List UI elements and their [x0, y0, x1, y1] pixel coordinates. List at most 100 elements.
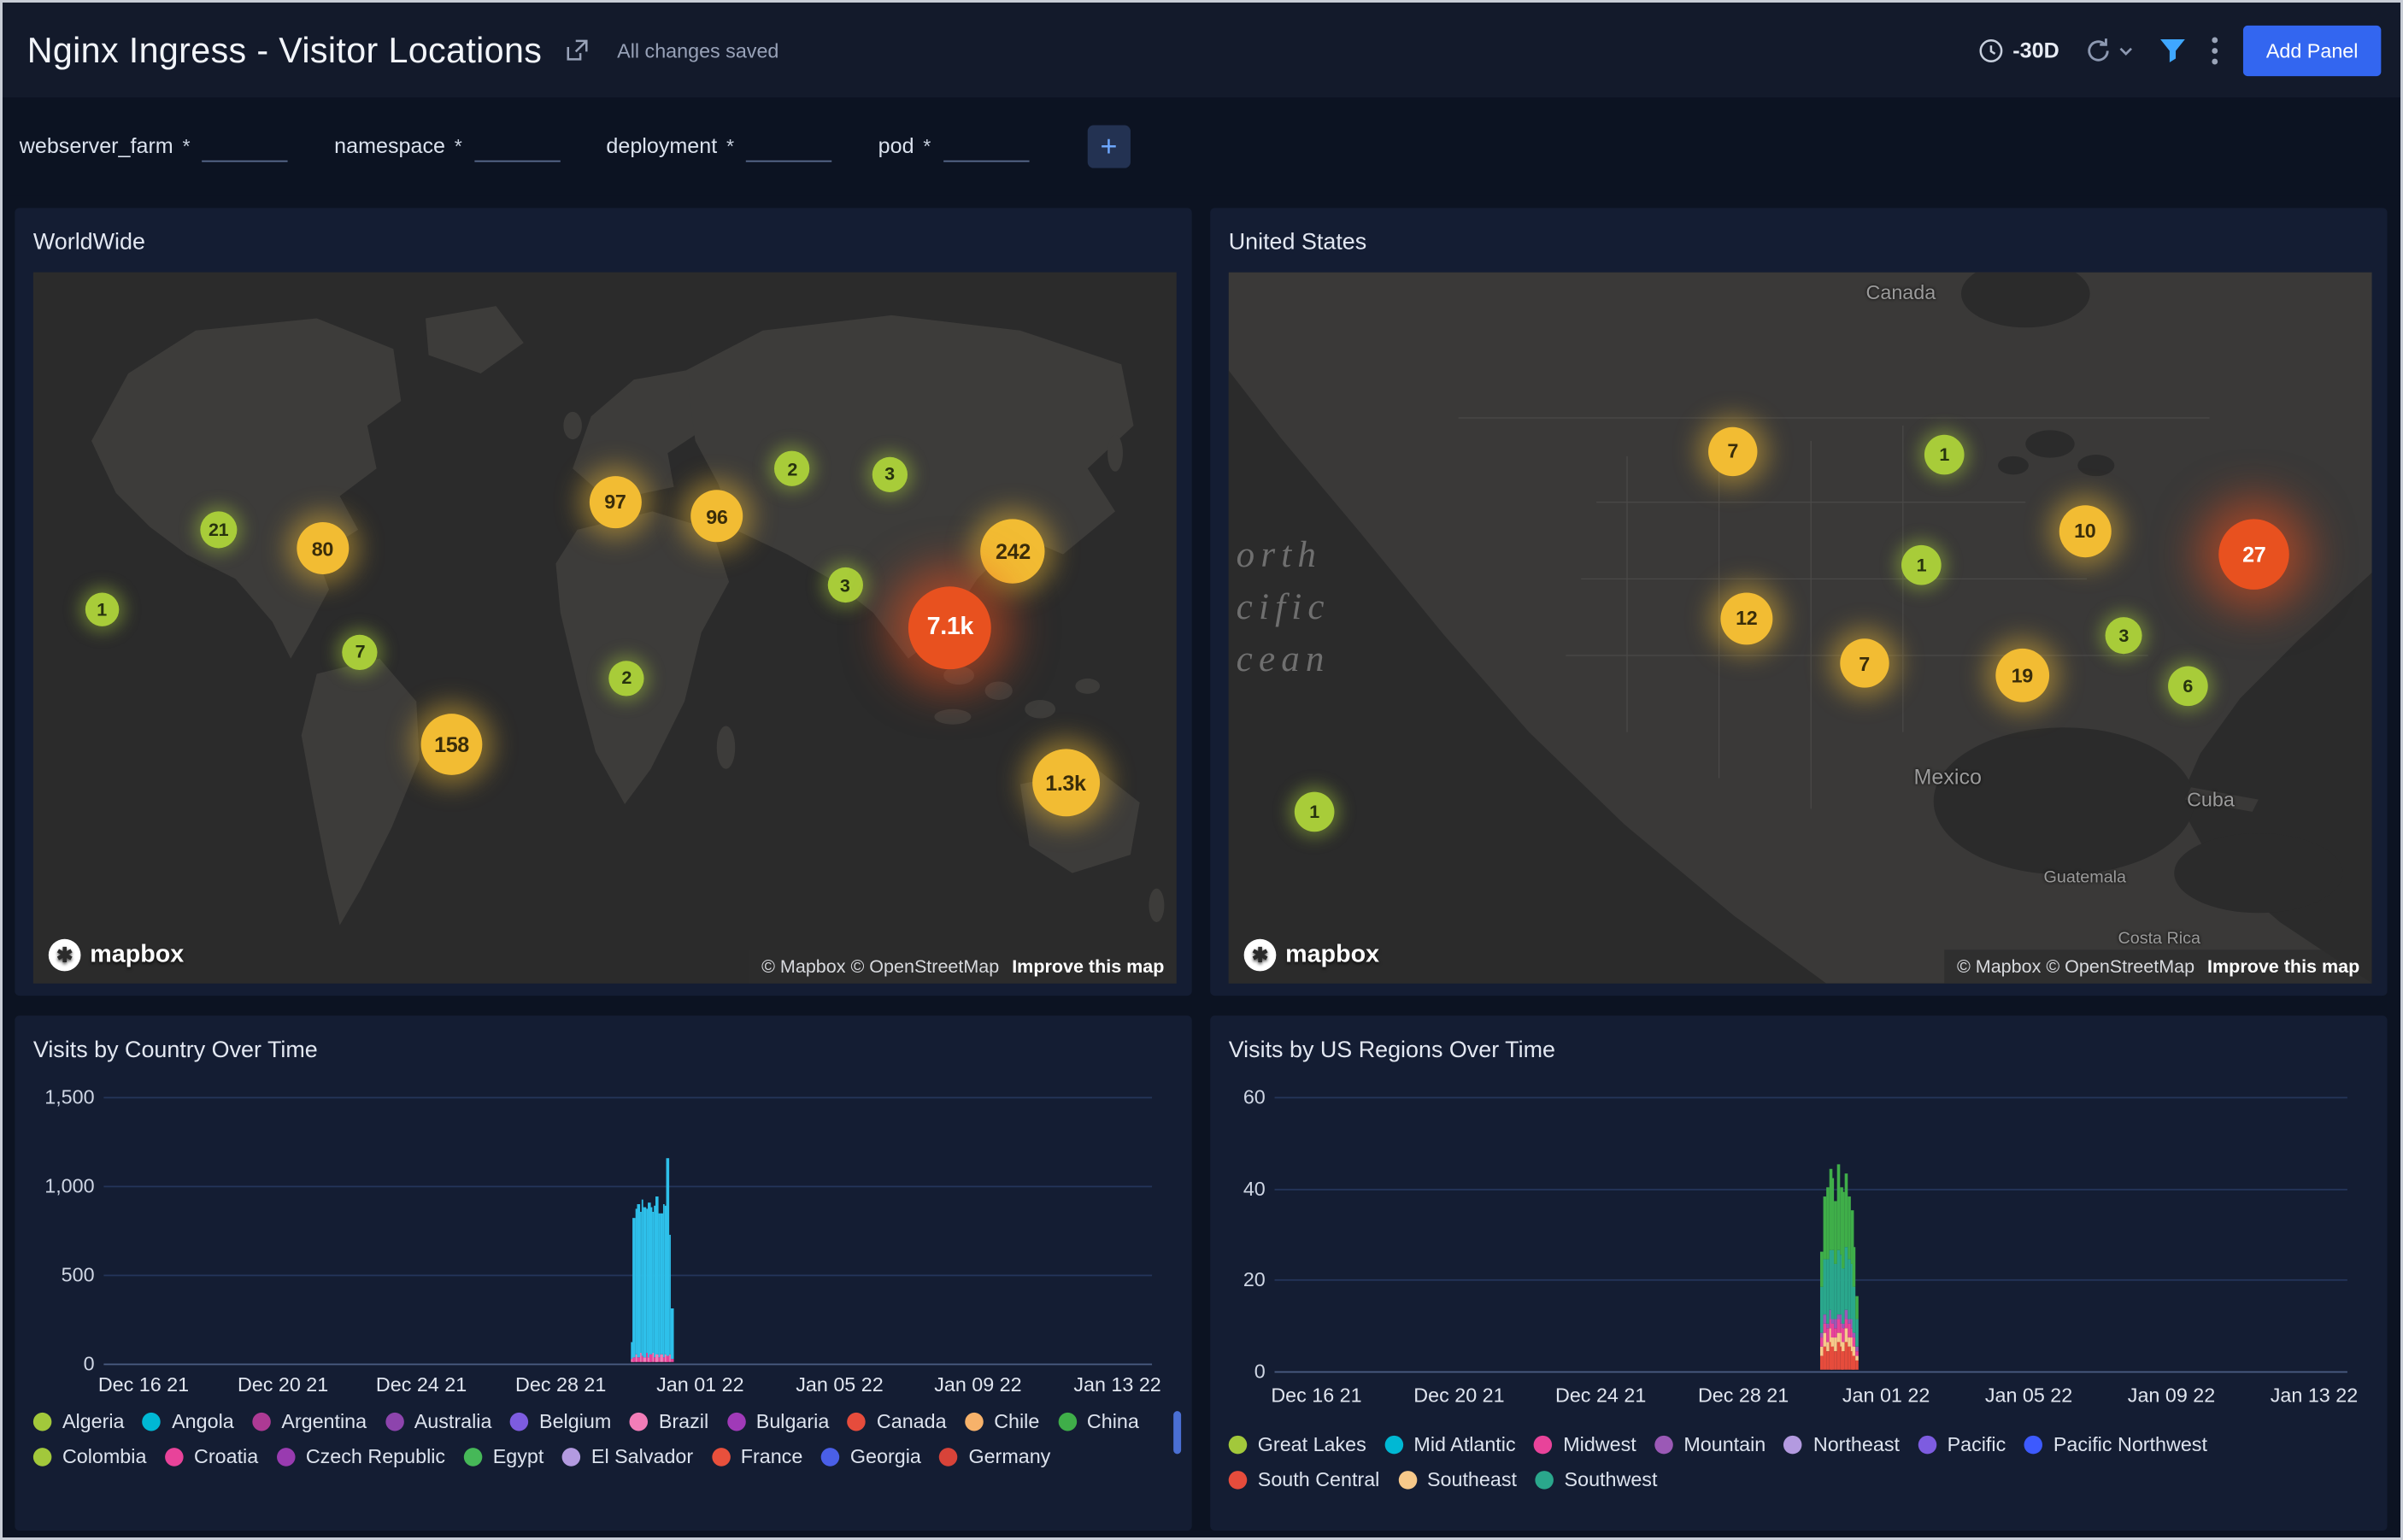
map-marker-bubble[interactable]: 242 — [981, 519, 1045, 583]
time-range-label: -30D — [2012, 38, 2059, 62]
gridline — [1275, 1096, 2347, 1098]
worldwide-map[interactable]: 21 1 80 7 158 2 97 96 2 3 3 2427.1k 1.3k ✱ mapbox © … — [33, 273, 1177, 984]
map-marker-bubble[interactable]: 1 — [85, 592, 118, 626]
legend-item[interactable]: Mountain — [1654, 1432, 1766, 1455]
legend-item[interactable]: Angola — [143, 1409, 234, 1432]
mapbox-logo[interactable]: ✱ mapbox — [49, 939, 184, 972]
x-tick-label: Jan 13 22 — [1073, 1372, 1160, 1396]
legend-color-dot — [252, 1412, 271, 1431]
filter-button[interactable] — [2159, 37, 2186, 62]
united-states-map[interactable]: 711027112371961CanadaMexicoCubaGuatemala… — [1229, 273, 2372, 984]
map-marker-bubble[interactable]: 1 — [1924, 434, 1965, 474]
panel-worldwide: WorldWide — [15, 208, 1191, 996]
legend-item[interactable]: Pacific — [1918, 1432, 2006, 1455]
legend-item[interactable]: Pacific Northwest — [2024, 1432, 2207, 1455]
legend-item[interactable]: Belgium — [510, 1409, 611, 1432]
x-axis: Dec 16 21Dec 20 21Dec 24 21Dec 28 21Jan … — [103, 1372, 1152, 1400]
deployment-input[interactable] — [746, 132, 831, 162]
refresh-button[interactable] — [2083, 36, 2134, 65]
add-panel-button[interactable]: Add Panel — [2243, 25, 2381, 75]
legend-item[interactable]: Croatia — [165, 1445, 258, 1468]
more-menu-button[interactable] — [2211, 36, 2218, 65]
mapbox-logo[interactable]: ✱ mapbox — [1244, 939, 1379, 972]
legend-item[interactable]: Mid Atlantic — [1384, 1432, 1515, 1455]
map-marker-bubble[interactable]: 97 — [589, 476, 641, 528]
map-marker-bubble[interactable]: 19 — [1995, 649, 2049, 702]
legend-item[interactable]: Australia — [385, 1409, 492, 1432]
legend-item[interactable]: Midwest — [1534, 1432, 1636, 1455]
legend-item[interactable]: Northeast — [1784, 1432, 1900, 1455]
chart-legend[interactable]: Great Lakes Mid Atlantic Midwest Mountain No… — [1229, 1432, 2353, 1490]
legend-item[interactable]: Great Lakes — [1229, 1432, 1366, 1455]
map-marker-bubble[interactable]: 12 — [1720, 592, 1772, 644]
legend-item[interactable]: Colombia — [33, 1445, 147, 1468]
filter-label: webserver_farm — [20, 132, 173, 157]
webserver-farm-input[interactable] — [203, 132, 288, 162]
legend-item[interactable]: Chile — [965, 1409, 1039, 1432]
filter-label: namespace — [334, 132, 445, 157]
namespace-input[interactable] — [474, 132, 560, 162]
legend-color-dot — [939, 1447, 958, 1466]
improve-map-link[interactable]: Improve this map — [1012, 955, 1164, 977]
legend-item[interactable]: China — [1058, 1409, 1139, 1432]
y-tick-label: 0 — [1254, 1360, 1266, 1383]
pod-input[interactable] — [943, 132, 1029, 162]
panel-grid: WorldWide — [15, 208, 2387, 1531]
legend-label: Pacific Northwest — [2053, 1432, 2207, 1455]
x-tick-label: Jan 05 22 — [1985, 1384, 2072, 1407]
legend-item[interactable]: El Salvador — [562, 1445, 693, 1468]
legend-label: Croatia — [194, 1445, 258, 1468]
map-marker-bubble[interactable]: 96 — [690, 491, 743, 543]
stacked-bar[interactable] — [1855, 1096, 1859, 1370]
legend-label: Northeast — [1813, 1432, 1900, 1455]
chart-legend[interactable]: Algeria Angola Argentina Australia Belgium Br… — [33, 1409, 1158, 1467]
map-marker-bubble[interactable]: 2 — [775, 451, 810, 486]
map-marker-bubble[interactable]: 1.3k — [1031, 749, 1099, 817]
share-icon[interactable] — [563, 37, 589, 62]
legend-item[interactable]: Bulgaria — [727, 1409, 830, 1432]
legend-row: Algeria Angola Argentina Australia Belgium Br… — [33, 1409, 1158, 1432]
map-marker-bubble[interactable]: 1 — [1295, 792, 1335, 832]
legend-scrollbar[interactable] — [1173, 1411, 1181, 1454]
map-marker-bubble[interactable]: 7.1k — [908, 586, 991, 669]
legend-item[interactable]: France — [712, 1445, 803, 1468]
legend-item[interactable]: Brazil — [630, 1409, 708, 1432]
map-marker-bubble[interactable]: 7 — [1708, 427, 1757, 476]
legend-item[interactable]: Germany — [939, 1445, 1050, 1468]
attribution-text: © Mapbox © OpenStreetMap — [761, 955, 999, 977]
map-marker-bubble[interactable]: 6 — [2168, 667, 2208, 707]
kebab-icon — [2211, 36, 2218, 65]
legend-item[interactable]: Argentina — [252, 1409, 367, 1432]
legend-item[interactable]: Egypt — [464, 1445, 544, 1468]
legend-item[interactable]: Czech Republic — [277, 1445, 445, 1468]
map-marker-bubble[interactable]: 3 — [827, 567, 862, 602]
stacked-bar[interactable] — [671, 1096, 673, 1362]
map-marker-bubble[interactable]: 158 — [421, 714, 483, 775]
country-time-chart[interactable]: 1,5001,0005000 Dec 16 21Dec 20 21Dec 24 … — [15, 1015, 1191, 1531]
legend-item[interactable]: Georgia — [821, 1445, 921, 1468]
map-marker-bubble[interactable]: 7 — [343, 634, 378, 669]
y-tick-label: 1,500 — [44, 1085, 94, 1108]
legend-item[interactable]: Southwest — [1535, 1467, 1657, 1490]
time-range-control[interactable]: -30D — [1977, 37, 2059, 62]
map-attribution: © Mapbox © OpenStreetMap Improve this ma… — [1945, 949, 2372, 983]
us-regions-time-chart[interactable]: 6040200 Dec 16 21Dec 20 21Dec 24 21Dec 2… — [1210, 1015, 2387, 1531]
map-marker-bubble[interactable]: 3 — [872, 456, 907, 491]
map-marker-bubble[interactable]: 80 — [297, 522, 349, 574]
add-filter-button[interactable]: + — [1087, 125, 1130, 168]
map-marker-bubble[interactable]: 3 — [2106, 617, 2142, 654]
map-marker-bubble[interactable]: 27 — [2219, 520, 2289, 590]
legend-color-dot — [1058, 1412, 1077, 1431]
legend-item[interactable]: Canada — [848, 1409, 947, 1432]
map-marker-bubble[interactable]: 7 — [1840, 639, 1889, 688]
map-marker-bubble[interactable]: 21 — [200, 511, 237, 548]
map-place-label: Costa Rica — [2118, 930, 2200, 949]
map-marker-bubble[interactable]: 1 — [1901, 545, 1942, 585]
legend-item[interactable]: South Central — [1229, 1467, 1380, 1490]
map-marker-bubble[interactable]: 10 — [2059, 505, 2111, 557]
x-tick-label: Dec 20 21 — [1413, 1384, 1504, 1407]
improve-map-link[interactable]: Improve this map — [2207, 955, 2359, 977]
legend-item[interactable]: Southeast — [1398, 1467, 1517, 1490]
map-marker-bubble[interactable]: 2 — [609, 661, 644, 696]
legend-item[interactable]: Algeria — [33, 1409, 125, 1432]
